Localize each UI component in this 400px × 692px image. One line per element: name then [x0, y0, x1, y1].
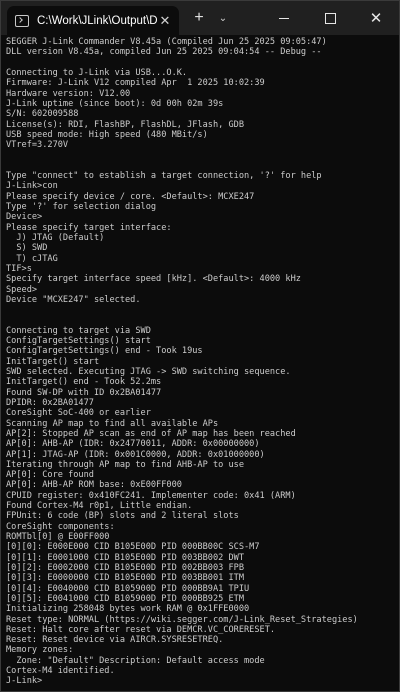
maximize-icon [324, 12, 336, 24]
terminal-line: [0][2]: E0002000 CID B105E00D PID 002BB0… [6, 562, 244, 573]
terminal-line: AP[0]: Core found [6, 470, 94, 481]
terminal-line: AP[0]: AHB-AP (IDR: 0x24770011, ADDR: 0x… [6, 439, 260, 450]
terminal-line: TIF>s [6, 263, 32, 274]
terminal-line: CPUID register: 0x410FC241. Implementer … [6, 490, 296, 501]
terminal-line: Speed> [6, 284, 38, 295]
terminal-line: AP[1]: JTAG-AP (IDR: 0x001C0000, ADDR: 0… [6, 449, 265, 460]
terminal-line: Reset type: NORMAL (https://wiki.segger.… [6, 614, 358, 625]
terminal-line: J-Link> [6, 676, 43, 687]
terminal-line: ROMTbl[0] @ E00FF000 [6, 532, 110, 542]
terminal-line: Device> [6, 212, 43, 223]
tab-title: C:\Work\JLink\Output\Debug [37, 14, 157, 27]
title-bar-drag-area[interactable] [233, 1, 261, 35]
terminal-line: Device "MCXE247" selected. [6, 294, 141, 305]
terminal-line: VTref=3.270V [6, 140, 69, 151]
terminal-line: S) SWD [6, 243, 48, 254]
terminal-output[interactable]: SEGGER J-Link Commander V8.45a (Compiled… [6, 37, 399, 691]
terminal-line: Iterating through AP map to find AHB-AP … [6, 459, 244, 470]
terminal-line: [0][3]: E0000000 CID B105E00D PID 003BB0… [6, 573, 244, 584]
title-bar: C:\Work\JLink\Output\Debug ✕ + ⌄ ✕ [1, 1, 399, 35]
close-tab-icon[interactable]: ✕ [157, 13, 173, 29]
terminal-line: [0][5]: E0041000 CID B105900D PID 000BB9… [6, 593, 244, 604]
terminal-line: DPIDR: 0x2BA01477 [6, 397, 94, 408]
terminal-line: Reset: Halt core after reset via DEMCR.V… [6, 624, 276, 635]
maximize-button[interactable] [307, 1, 353, 35]
terminal-line: AP[2]: Stopped AP scan as end of AP map … [6, 428, 296, 439]
terminal-line: Please specify target interface: [6, 222, 172, 233]
terminal-line: SWD selected. Executing JTAG -> SWD swit… [6, 367, 291, 377]
terminal-line: Found Cortex-M4 r0p1, Little endian. [6, 501, 193, 512]
terminal-icon [15, 14, 29, 27]
terminal-line: Found SW-DP with ID 0x2BA01477 [6, 387, 162, 398]
terminal-line: Zone: "Default" Description: Default acc… [6, 655, 265, 666]
terminal-line: DLL version V8.45a, compiled Jun 25 2025… [6, 47, 322, 58]
terminal-line: Specify target interface speed [kHz]. <D… [6, 274, 301, 285]
close-window-button[interactable]: ✕ [353, 1, 399, 35]
terminal-line: SEGGER J-Link Commander V8.45a (Compiled… [6, 37, 327, 47]
terminal-line: J) JTAG (Default) [6, 232, 105, 243]
terminal-line: CoreSight SoC-400 or earlier [6, 408, 151, 419]
chevron-down-icon[interactable]: ⌄ [213, 1, 233, 35]
terminal-line: [0][1]: E0001000 CID B105E00D PID 003BB0… [6, 552, 244, 563]
terminal-line: InitTarget() start [6, 356, 100, 367]
terminal-line: Cortex-M4 identified. [6, 666, 115, 677]
terminal-line: ConfigTargetSettings() end - Took 19us [6, 346, 203, 357]
terminal-line: Initializing 258048 bytes work RAM @ 0x1… [6, 604, 250, 615]
terminal-line: USB speed mode: High speed (480 MBit/s) [6, 129, 208, 140]
terminal-line: Type "connect" to establish a target con… [6, 171, 322, 182]
new-tab-button[interactable]: + [185, 1, 213, 35]
terminal-line: Connecting to J-Link via USB...O.K. [6, 67, 188, 78]
terminal-line: ConfigTargetSettings() start [6, 336, 151, 347]
terminal-line: J-Link>con [6, 181, 58, 192]
terminal-line: Reset: Reset device via AIRCR.SYSRESETRE… [6, 635, 224, 646]
minimize-icon [279, 17, 289, 19]
terminal-line: [0][0]: E000E000 CID B105E00D PID 000BB0… [6, 542, 260, 553]
terminal-line: T) cJTAG [6, 253, 58, 264]
terminal-window: C:\Work\JLink\Output\Debug ✕ + ⌄ ✕ SEGGE… [0, 0, 400, 692]
terminal-line: Firmware: J-Link V12 compiled Apr 1 2025… [6, 78, 265, 89]
terminal-line: Hardware version: V12.00 [6, 88, 131, 99]
terminal-line: Scanning AP map to find all available AP… [6, 418, 219, 429]
terminal-line: Connecting to target via SWD [6, 325, 151, 336]
terminal-line: InitTarget() end - Took 52.2ms [6, 377, 162, 388]
terminal-line: [0][4]: E0040000 CID B105900D PID 000BB9… [6, 583, 250, 594]
terminal-line: FPUnit: 6 code (BP) slots and 2 literal … [6, 511, 239, 522]
terminal-line: J-Link uptime (since boot): 0d 00h 02m 3… [6, 98, 224, 109]
terminal-line: S/N: 602009588 [6, 109, 79, 120]
tab-debug-console[interactable]: C:\Work\JLink\Output\Debug ✕ [7, 6, 179, 35]
terminal-line: Memory zones: [6, 645, 74, 656]
terminal-line: AP[0]: AHB-AP ROM base: 0xE00FF000 [6, 480, 182, 491]
terminal-line: Please specify device / core. <Default>:… [6, 191, 255, 202]
terminal-line: Type '?' for selection dialog [6, 202, 157, 212]
terminal-line: License(s): RDI, FlashBP, FlashDL, JFlas… [6, 119, 244, 130]
terminal-line: CoreSight components: [6, 521, 115, 532]
minimize-button[interactable] [261, 1, 307, 35]
